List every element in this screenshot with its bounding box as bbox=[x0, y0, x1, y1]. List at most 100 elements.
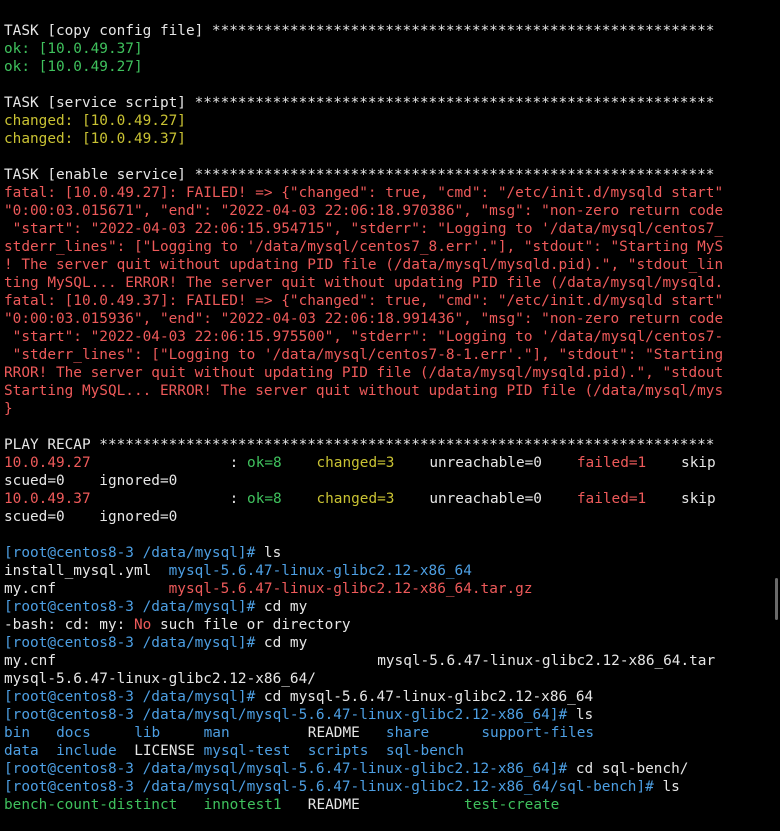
terminal-text: bin bbox=[4, 725, 30, 741]
terminal-line: [root@centos8-3 /data/mysql/mysql-5.6.47… bbox=[0, 778, 780, 796]
terminal-line: install_mysql.yml mysql-5.6.47-linux-gli… bbox=[0, 562, 780, 580]
terminal-text: support-files bbox=[481, 725, 595, 741]
terminal-line: TASK [enable service] ******************… bbox=[0, 166, 780, 184]
terminal-text: "start": "2022-04-03 22:06:15.975500", "… bbox=[4, 329, 724, 345]
terminal-line: 10.0.49.37: ok=8 changed=3 unreachable=0 fai… bbox=[0, 490, 780, 508]
terminal-line: "0:00:03.015936", "end": "2022-04-03 22:… bbox=[0, 310, 780, 328]
terminal-text: -bash: cd: my: bbox=[4, 617, 134, 633]
terminal-line: 10.0.49.27: ok=8 changed=3 unreachable=0 fai… bbox=[0, 454, 780, 472]
terminal-text: man bbox=[203, 725, 230, 741]
terminal-line: [root@centos8-3 /data/mysql]# cd my bbox=[0, 598, 780, 616]
terminal-text: ls bbox=[662, 779, 680, 795]
terminal-text: Starting MySQL... ERROR! The server quit… bbox=[4, 383, 724, 399]
terminal-text: [root@centos8-3 /data/mysql]# bbox=[4, 599, 264, 615]
scrollbar-thumb[interactable] bbox=[775, 578, 778, 620]
terminal-text: scripts bbox=[307, 743, 369, 759]
terminal-line: Starting MySQL... ERROR! The server quit… bbox=[0, 382, 780, 400]
terminal-text: TASK [service script] ******************… bbox=[4, 95, 715, 111]
terminal-line: bin docs lib man README share support-files bbox=[0, 724, 780, 742]
terminal-text: } bbox=[4, 401, 13, 417]
terminal-line: [root@centos8-3 /data/mysql/mysql-5.6.47… bbox=[0, 706, 780, 724]
terminal-text: my.cnf bbox=[4, 653, 56, 669]
terminal-line: ting MySQL... ERROR! The server quit wit… bbox=[0, 274, 780, 292]
terminal-line: ! The server quit without updating PID f… bbox=[0, 256, 780, 274]
terminal-text: [root@centos8-3 /data/mysql/mysql-5.6.47… bbox=[4, 707, 576, 723]
terminal-text: share bbox=[385, 725, 430, 741]
terminal-window[interactable]: TASK [copy config file] ****************… bbox=[0, 0, 780, 831]
terminal-text: cd my bbox=[263, 599, 308, 615]
terminal-text: fatal: [10.0.49.37]: FAILED! => {"change… bbox=[4, 293, 724, 309]
terminal-text: scued=0 ignored=0 bbox=[4, 509, 178, 525]
terminal-line: fatal: [10.0.49.27]: FAILED! => {"change… bbox=[0, 184, 780, 202]
terminal-line: RROR! The server quit without updating P… bbox=[0, 364, 780, 382]
terminal-line: fatal: [10.0.49.37]: FAILED! => {"change… bbox=[0, 292, 780, 310]
terminal-line: } bbox=[0, 400, 780, 418]
terminal-text: docs bbox=[56, 725, 91, 741]
terminal-text: such file or directory bbox=[151, 617, 351, 633]
terminal-text: No bbox=[133, 617, 152, 633]
terminal-line: stderr_lines": ["Logging to '/data/mysql… bbox=[0, 238, 780, 256]
terminal-text: skip bbox=[681, 455, 716, 471]
terminal-text: [root@centos8-3 /data/mysql]# bbox=[4, 545, 264, 561]
terminal-text: [root@centos8-3 /data/mysql/mysql-5.6.47… bbox=[4, 761, 576, 777]
terminal-line: "stderr_lines": ["Logging to '/data/mysq… bbox=[0, 346, 780, 364]
terminal-line: scued=0 ignored=0 bbox=[0, 508, 780, 526]
terminal-text: LICENSE bbox=[134, 743, 195, 759]
terminal-text: stderr_lines": ["Logging to '/data/mysql… bbox=[4, 239, 724, 255]
terminal-text: changed: [10.0.49.37] bbox=[4, 131, 186, 147]
terminal-text: cd sql-bench/ bbox=[575, 761, 689, 777]
terminal-text: innotest1 bbox=[203, 797, 282, 813]
terminal-text: changed: [10.0.49.27] bbox=[4, 113, 186, 129]
terminal-text: test-create bbox=[464, 797, 560, 813]
terminal-line: my.cnf mysql-5.6.47-linux-glibc2.12-x86_… bbox=[0, 580, 780, 598]
terminal-text: my.cnf bbox=[4, 581, 169, 597]
terminal-text: 10.0.49.27 bbox=[4, 455, 91, 471]
terminal-line: mysql-5.6.47-linux-glibc2.12-x86_64/ bbox=[0, 670, 780, 688]
terminal-text: 10.0.49.37 bbox=[4, 491, 91, 507]
terminal-text: mysql-5.6.47-linux-glibc2.12-x86_64.tar.… bbox=[168, 581, 533, 597]
terminal-line: [root@centos8-3 /data/mysql/mysql-5.6.47… bbox=[0, 760, 780, 778]
terminal-text: TASK [enable service] ******************… bbox=[4, 167, 715, 183]
terminal-text: ok=8 bbox=[247, 455, 282, 471]
terminal-text: sql-bench bbox=[385, 743, 464, 759]
terminal-text: lib bbox=[134, 725, 161, 741]
terminal-text: changed=3 bbox=[316, 455, 395, 471]
terminal-text: mysql-5.6.47-linux-glibc2.12-x86_64.tar bbox=[377, 653, 716, 669]
terminal-text: ting MySQL... ERROR! The server quit wit… bbox=[4, 275, 724, 291]
terminal-text: mysql-5.6.47-linux-glibc2.12-x86_64/ bbox=[4, 671, 316, 687]
terminal-line: PLAY RECAP *****************************… bbox=[0, 436, 780, 454]
terminal-line: my.cnf mysql-5.6.47-linux-glibc2.12-x86_6… bbox=[0, 652, 780, 670]
terminal-text: RROR! The server quit without updating P… bbox=[4, 365, 724, 381]
terminal-text: "0:00:03.015671", "end": "2022-04-03 22:… bbox=[4, 203, 724, 219]
terminal-text: cd my bbox=[263, 635, 308, 651]
terminal-line: TASK [copy config file] ****************… bbox=[0, 22, 780, 40]
terminal-line: data include LICENSE mysql-test scripts sql-b… bbox=[0, 742, 780, 760]
terminal-line: bench-count-distinct innotest1 README test-… bbox=[0, 796, 780, 814]
terminal-text: fatal: [10.0.49.27]: FAILED! => {"change… bbox=[4, 185, 724, 201]
terminal-text: changed=3 bbox=[316, 491, 395, 507]
terminal-line: [root@centos8-3 /data/mysql]# cd my bbox=[0, 634, 780, 652]
terminal-text: README bbox=[307, 797, 360, 813]
terminal-text: include bbox=[56, 743, 117, 759]
terminal-line: "0:00:03.015671", "end": "2022-04-03 22:… bbox=[0, 202, 780, 220]
terminal-text: ls bbox=[263, 545, 282, 561]
terminal-line: ok: [10.0.49.27] bbox=[0, 58, 780, 76]
terminal-text: ok=8 bbox=[247, 491, 282, 507]
terminal-text: cd mysql-5.6.47-linux-glibc2.12-x86_64 bbox=[263, 689, 594, 705]
terminal-text: unreachable=0 bbox=[429, 455, 542, 471]
terminal-text: data bbox=[4, 743, 39, 759]
terminal-text: ! The server quit without updating PID f… bbox=[4, 257, 724, 273]
terminal-text: "start": "2022-04-03 22:06:15.954715", "… bbox=[4, 221, 724, 237]
terminal-text: [root@centos8-3 /data/mysql]# bbox=[4, 689, 264, 705]
terminal-text: failed=1 bbox=[576, 491, 647, 507]
terminal-text: ls bbox=[575, 707, 594, 723]
terminal-line: [root@centos8-3 /data/mysql]# ls bbox=[0, 544, 780, 562]
terminal-line: "start": "2022-04-03 22:06:15.954715", "… bbox=[0, 220, 780, 238]
terminal-text: ok: [10.0.49.27] bbox=[4, 59, 143, 75]
terminal-line: [root@centos8-3 /data/mysql]# cd mysql-5… bbox=[0, 688, 780, 706]
terminal-text: bench-count-distinct bbox=[4, 797, 178, 813]
terminal-line: changed: [10.0.49.27] bbox=[0, 112, 780, 130]
terminal-text: "stderr_lines": ["Logging to '/data/mysq… bbox=[4, 347, 724, 363]
